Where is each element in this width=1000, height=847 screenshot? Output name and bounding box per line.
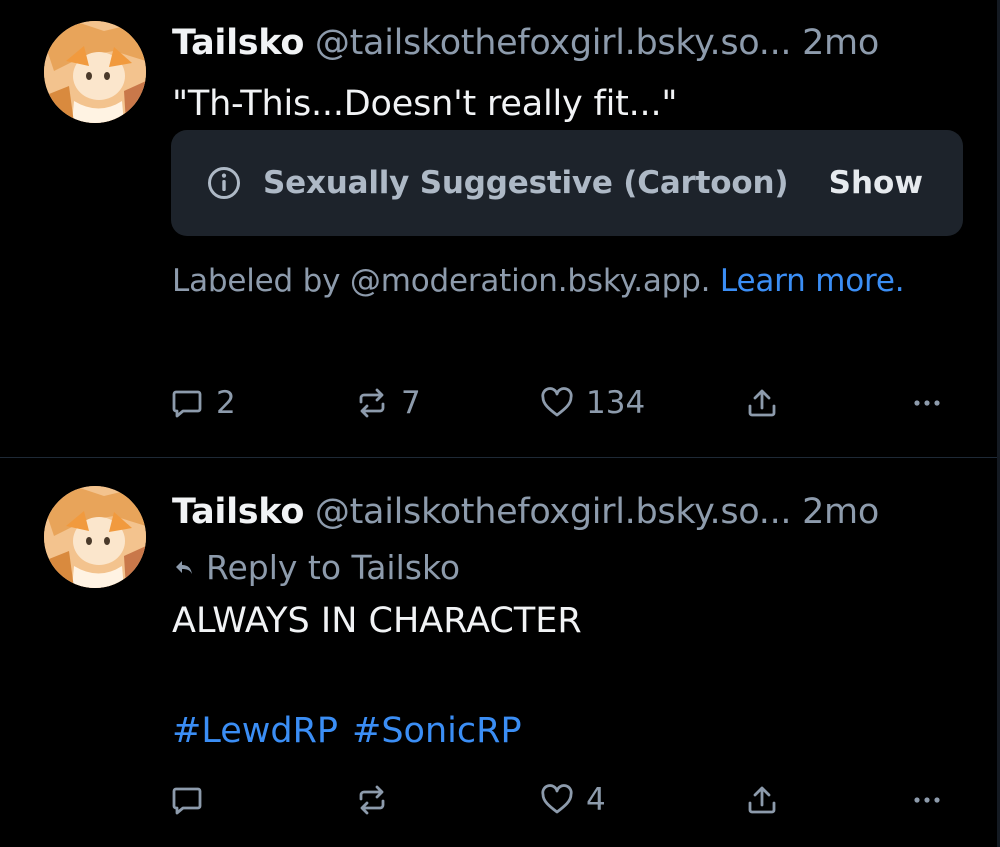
more-options-button[interactable] (910, 380, 944, 426)
content-warning[interactable]: Sexually Suggestive (Cartoon) Show (171, 130, 963, 236)
more-icon (914, 400, 940, 406)
reply-icon (172, 390, 202, 418)
share-button[interactable] (745, 380, 779, 426)
reply-count: 2 (216, 385, 236, 421)
timestamp[interactable]: 2mo (802, 23, 879, 63)
repost-button[interactable] (355, 777, 401, 823)
share-button[interactable] (745, 777, 779, 823)
heart-icon (541, 784, 573, 814)
avatar[interactable] (44, 486, 146, 588)
author-handle[interactable]: @tailskothefoxgirl.bsky.so... (315, 23, 792, 63)
hashtags: #LewdRP #SonicRP (172, 709, 522, 753)
labeled-by-text: Labeled by @moderation.bsky.app. (172, 263, 711, 299)
repost-count: 7 (401, 385, 421, 421)
hashtag-link[interactable]: #SonicRP (352, 711, 522, 751)
timestamp[interactable]: 2mo (802, 492, 879, 532)
moderation-note: Labeled by @moderation.bsky.app. Learn m… (172, 258, 932, 304)
reply-to-text: Reply to Tailsko (206, 548, 461, 587)
post-text: ALWAYS IN CHARACTER (172, 601, 582, 641)
repost-icon (359, 388, 385, 418)
hashtag-link[interactable]: #LewdRP (172, 711, 338, 751)
reply-to-indicator[interactable]: Reply to Tailsko (172, 547, 460, 589)
reply-icon (172, 787, 202, 815)
author-name[interactable]: Tailsko (172, 492, 304, 532)
show-button[interactable]: Show (829, 161, 923, 205)
like-button[interactable]: 4 (540, 777, 606, 823)
post-actions: 2 7 134 (0, 380, 1000, 426)
like-button[interactable]: 134 (540, 380, 645, 426)
avatar[interactable] (44, 21, 146, 123)
post[interactable]: Tailsko @tailskothefoxgirl.bsky.so... 2m… (0, 459, 1000, 847)
heart-icon (541, 387, 573, 417)
share-icon (748, 389, 776, 417)
more-icon (914, 797, 940, 803)
post-header: Tailsko @tailskothefoxgirl.bsky.so... 2m… (172, 22, 879, 64)
reply-button[interactable] (170, 777, 216, 823)
reply-button[interactable]: 2 (170, 380, 236, 426)
post[interactable]: Tailsko @tailskothefoxgirl.bsky.so... 2m… (0, 0, 1000, 458)
repost-icon (359, 785, 385, 815)
author-handle[interactable]: @tailskothefoxgirl.bsky.so... (315, 492, 792, 532)
learn-more-link[interactable]: Learn more. (720, 263, 905, 299)
post-text: "Th-This...Doesn't really fit..." (172, 84, 678, 124)
post-header: Tailsko @tailskothefoxgirl.bsky.so... 2m… (172, 491, 879, 533)
post-divider (0, 457, 1000, 458)
like-count: 4 (586, 782, 606, 818)
like-count: 134 (586, 385, 646, 421)
reply-arrow-icon (176, 561, 192, 574)
content-warning-label: Sexually Suggestive (Cartoon) (263, 165, 789, 201)
more-options-button[interactable] (910, 777, 944, 823)
repost-button[interactable]: 7 (355, 380, 421, 426)
info-circle-icon (208, 167, 240, 199)
author-name[interactable]: Tailsko (172, 23, 304, 63)
post-actions: 4 (0, 777, 1000, 823)
share-icon (748, 786, 776, 814)
